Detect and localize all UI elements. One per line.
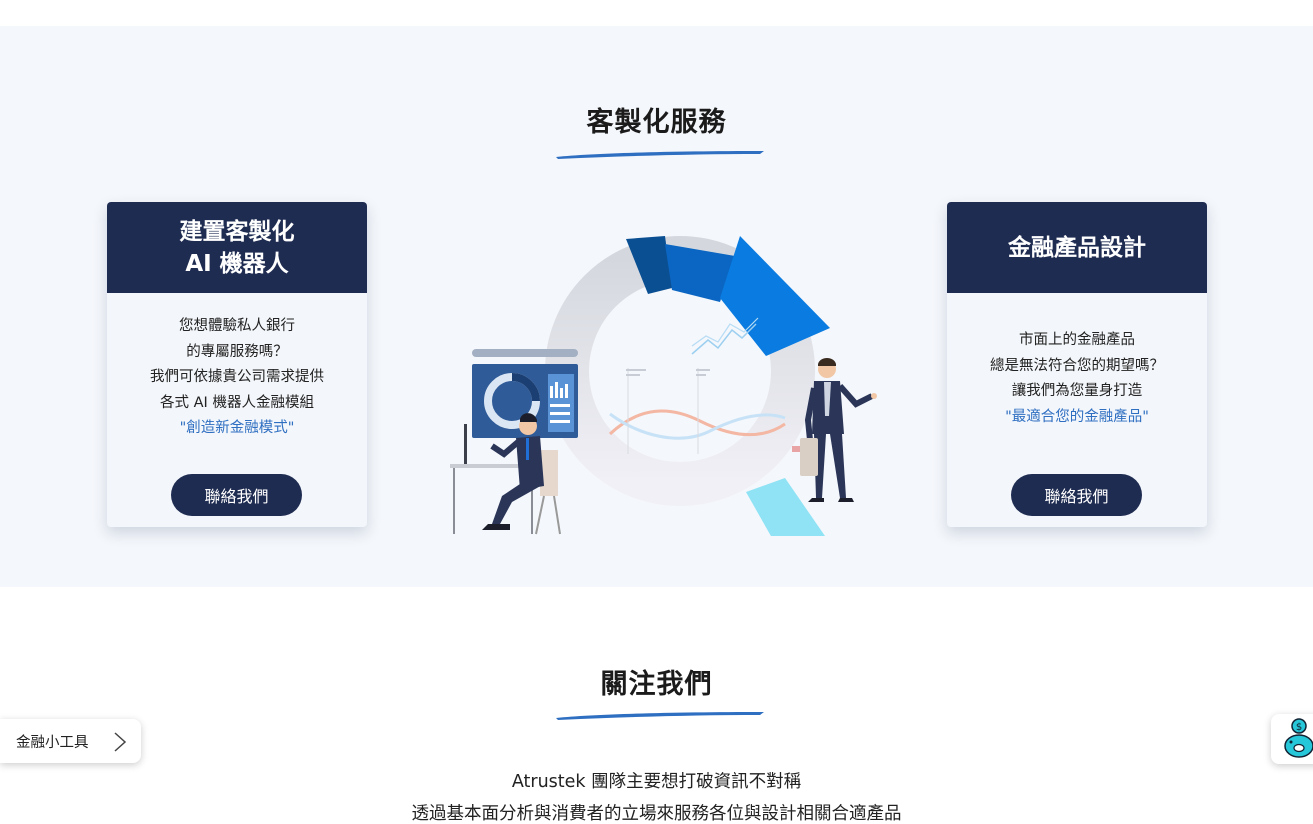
card-header: 金融產品設計: [947, 202, 1207, 293]
card-text-line: 您想體驗私人銀行: [179, 318, 295, 334]
services-section: 客製化服務 建置客製化 AI 機器人 您想體驗私人銀行 的專屬服務嗎？ 我們可依…: [0, 26, 1313, 587]
piggy-bank-icon: $: [1284, 718, 1313, 758]
services-title: 客製化服務: [586, 107, 727, 138]
chevron-right-icon: [114, 732, 127, 752]
contact-us-button[interactable]: 聯絡我們: [1011, 474, 1142, 516]
custom-ai-robot-card: 建置客製化 AI 機器人 您想體驗私人銀行 的專屬服務嗎？ 我們可依據貴公司需求…: [107, 202, 367, 527]
card-highlight: "最適合您的金融產品": [1005, 408, 1149, 425]
contact-us-button[interactable]: 聯絡我們: [171, 474, 302, 516]
about-text-line: 透過基本面分析與消費者的立場來服務各位與設計相關合適產品: [411, 804, 902, 824]
svg-text:$: $: [1296, 722, 1302, 733]
card-text-line: 市面上的金融產品: [1019, 332, 1135, 348]
financial-tools-tab[interactable]: 金融小工具: [0, 719, 141, 763]
analytics-illustration: [450, 236, 877, 536]
about-text-line: Atrustek 團隊主要想打破資訊不對稱: [511, 772, 802, 792]
financial-product-design-card: 金融產品設計 市面上的金融產品 總是無法符合您的期望嗎？ 讓我們為您量身打造 "…: [947, 202, 1207, 527]
card-text-line: 總是無法符合您的期望嗎？: [990, 357, 1164, 374]
card-title-line2: AI 機器人: [185, 250, 289, 277]
follow-us-title: 關注我們: [600, 669, 713, 700]
card-text-line: 各式 AI 機器人金融模組: [160, 394, 314, 411]
card-title: 金融產品設計: [1008, 234, 1146, 261]
card-title-line1: 建置客製化: [179, 218, 295, 245]
card-text-line: 我們可依據貴公司需求提供: [150, 369, 324, 385]
card-highlight: "創造新金融模式": [179, 420, 295, 436]
title-underline-brush: [556, 151, 764, 159]
card-header: 建置客製化 AI 機器人: [107, 202, 367, 293]
card-body: 市面上的金融產品 總是無法符合您的期望嗎？ 讓我們為您量身打造 "最適合您的金融…: [947, 293, 1207, 430]
card-text-line: 的專屬服務嗎？: [186, 343, 288, 360]
title-underline-brush: [556, 712, 764, 720]
piggy-bank-tab[interactable]: $: [1271, 714, 1313, 764]
card-text-line: 讓我們為您量身打造: [1011, 383, 1143, 399]
card-body: 您想體驗私人銀行 的專屬服務嗎？ 我們可依據貴公司需求提供 各式 AI 機器人金…: [107, 293, 367, 442]
financial-tools-label: 金融小工具: [16, 734, 89, 751]
